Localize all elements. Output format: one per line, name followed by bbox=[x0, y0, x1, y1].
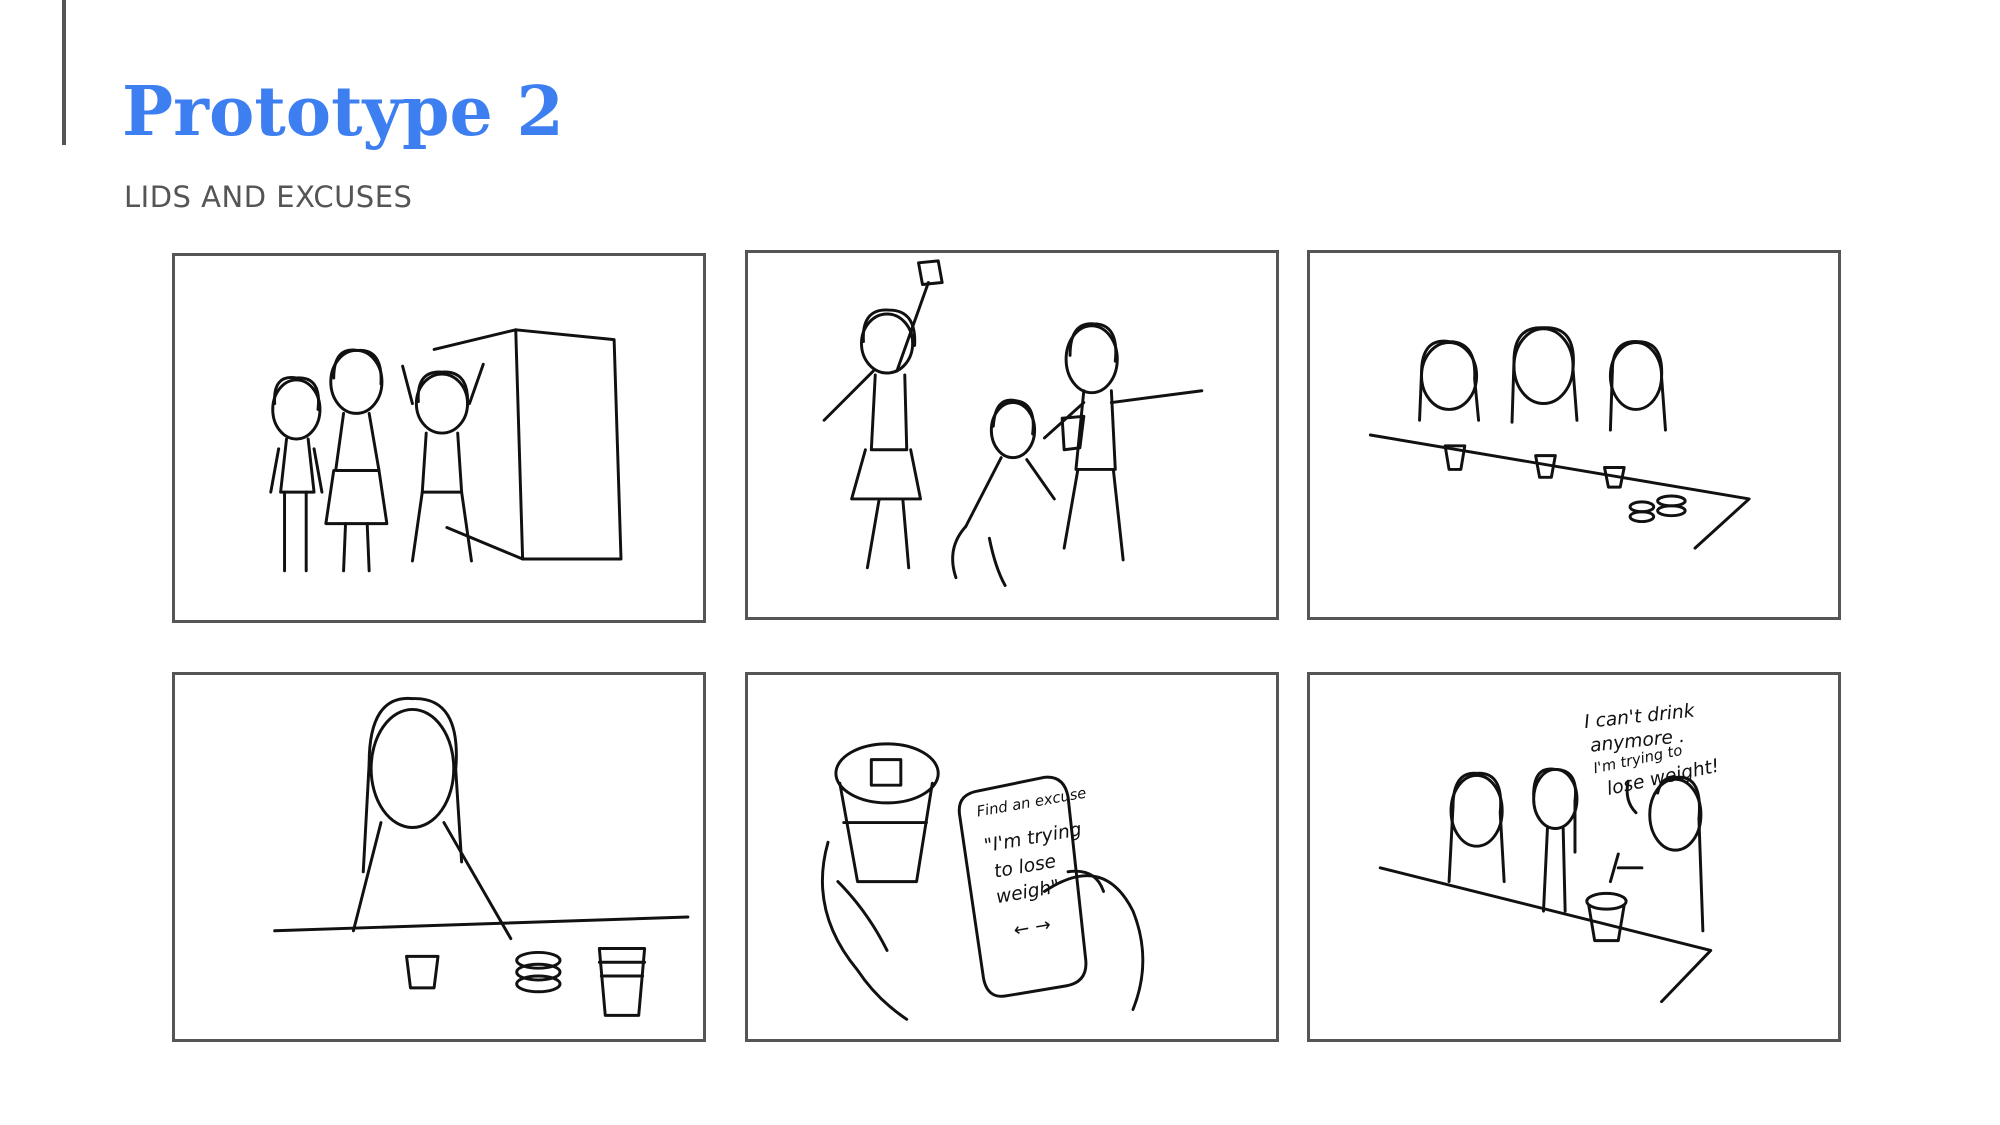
slide-subtitle: LIDS AND EXCUSES bbox=[124, 180, 413, 214]
sketch-friends-at-door bbox=[269, 328, 623, 573]
slide-title: Prototype 2 bbox=[122, 72, 564, 152]
sketch-party-dancing bbox=[822, 259, 1204, 587]
sketch-person-with-lids bbox=[273, 697, 690, 1017]
app-nav-arrows: ← → bbox=[1012, 914, 1052, 941]
sketch-bar-counter bbox=[1368, 326, 1751, 550]
storyboard-panel-4 bbox=[172, 672, 706, 1042]
storyboard-panel-2 bbox=[745, 250, 1279, 620]
app-excuse-line-1: "I'm trying bbox=[983, 819, 1084, 857]
storyboard-panel-6: I can't drink anymore . I'm trying to lo… bbox=[1307, 672, 1841, 1042]
storyboard-panel-5: Find an excuse "I'm trying to lose weigh… bbox=[745, 672, 1279, 1042]
storyboard-panel-1 bbox=[172, 253, 706, 623]
sketch-declining-drink: I can't drink anymore . I'm trying to lo… bbox=[1378, 701, 1721, 1004]
sketch-phone-scanning-lid: Find an excuse "I'm trying to lose weigh… bbox=[821, 742, 1145, 1021]
storyboard-panel-3 bbox=[1307, 250, 1841, 620]
accent-bar bbox=[62, 0, 66, 145]
